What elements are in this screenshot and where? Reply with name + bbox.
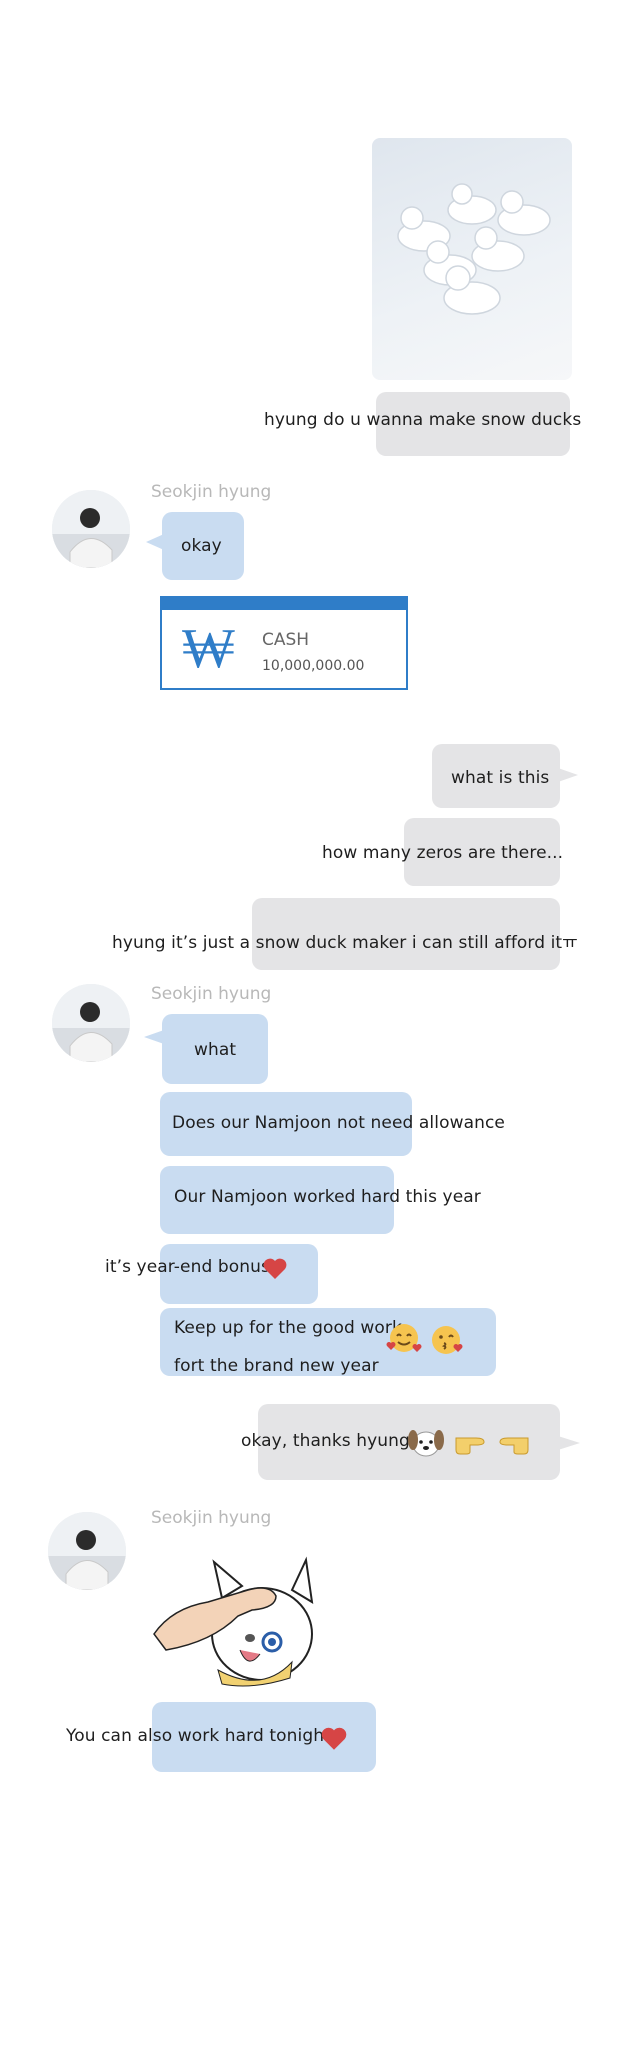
dog-face-icon — [406, 1424, 446, 1464]
pointing-right-icon — [454, 1428, 488, 1460]
contact-name: Seokjin hyung — [151, 984, 272, 1004]
contact-name: Seokjin hyung — [151, 1508, 272, 1528]
contact-name: Seokjin hyung — [151, 482, 272, 502]
avatar-person-icon — [48, 1512, 126, 1590]
smiling-face-with-hearts-icon — [386, 1320, 422, 1360]
message-text: it’s year-end bonus — [105, 1257, 270, 1277]
message-text: hyung it’s just a snow duck maker i can … — [112, 933, 578, 953]
message-text-line1: Keep up for the good work — [174, 1318, 402, 1338]
message-text: hyung do u wanna make snow ducks — [264, 410, 582, 430]
red-heart-icon — [262, 1257, 288, 1285]
bubble-tail — [558, 768, 578, 782]
red-heart-icon — [320, 1726, 348, 1756]
message-text: how many zeros are there... — [322, 843, 564, 863]
bubble-tail — [144, 1030, 164, 1044]
snow-ducks-photo[interactable] — [372, 138, 572, 380]
cash-amount: 10,000,000.00 — [262, 658, 365, 674]
pointing-left-icon — [496, 1428, 530, 1460]
won-currency-icon: ₩ — [182, 616, 235, 681]
message-text: okay — [181, 536, 222, 556]
snow-duck-shapes — [397, 183, 551, 315]
bubble-tail — [558, 1436, 580, 1450]
avatar[interactable] — [48, 1512, 126, 1590]
face-blowing-kiss-icon — [428, 1322, 464, 1362]
avatar-person-icon — [52, 490, 130, 568]
avatar[interactable] — [52, 984, 130, 1062]
avatar-person-icon — [52, 984, 130, 1062]
avatar[interactable] — [52, 490, 130, 568]
message-text: Does our Namjoon not need allowance — [172, 1113, 505, 1133]
bubble-tail — [146, 534, 164, 550]
message-text: what — [194, 1040, 237, 1060]
message-text: what is this — [451, 768, 550, 788]
message-text: Our Namjoon worked hard this year — [174, 1187, 481, 1207]
cash-card-header — [162, 598, 406, 610]
dog-pat-sticker[interactable] — [152, 1538, 328, 1690]
cash-transfer-card[interactable]: ₩ CASH 10,000,000.00 — [160, 596, 408, 690]
message-text: You can also work hard tonight — [66, 1726, 331, 1746]
cash-label: CASH — [262, 630, 310, 650]
message-text: okay, thanks hyung — [241, 1431, 410, 1451]
message-text-line2: fort the brand new year — [174, 1356, 379, 1376]
